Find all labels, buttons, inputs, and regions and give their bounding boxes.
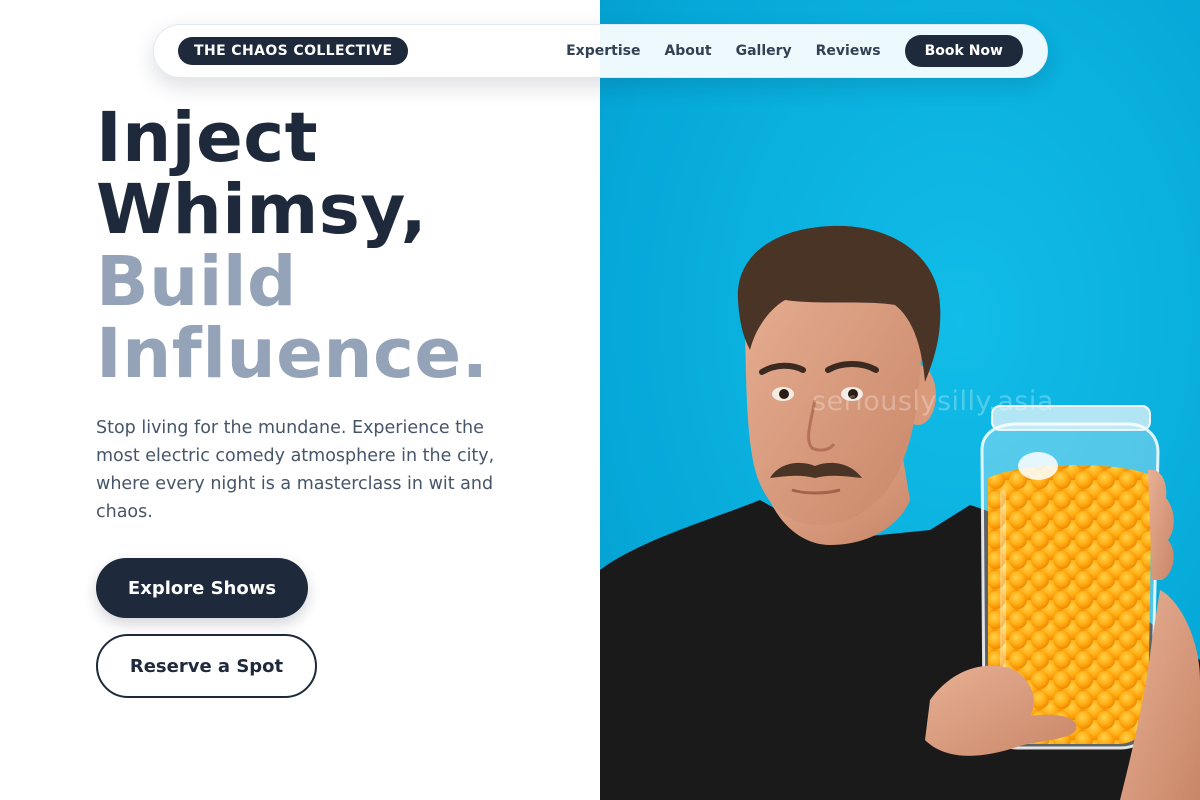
nav-link-about[interactable]: About	[664, 43, 711, 59]
photo-watermark: seriouslysilly.asia	[812, 386, 1054, 417]
explore-shows-button[interactable]: Explore Shows	[96, 558, 308, 618]
headline-line-2: Whimsy,	[96, 170, 428, 250]
nav-link-reviews[interactable]: Reviews	[816, 43, 881, 59]
headline-line-4: Influence.	[96, 314, 489, 394]
brand-logo[interactable]: THE CHAOS COLLECTIVE	[178, 37, 409, 65]
hero-lead-text: Stop living for the mundane. Experience …	[96, 418, 495, 522]
hero-photo: seriouslysilly.asia	[600, 0, 1200, 800]
nav-link-gallery[interactable]: Gallery	[736, 43, 792, 59]
headline-line-3: Build	[96, 242, 297, 322]
top-navbar: THE CHAOS COLLECTIVE Expertise About Gal…	[153, 24, 1048, 78]
nav-link-expertise[interactable]: Expertise	[566, 43, 640, 59]
book-now-button[interactable]: Book Now	[904, 35, 1023, 67]
headline-line-1: Inject	[96, 98, 319, 178]
hero-headline: Inject Whimsy, Build Influence.	[96, 102, 576, 390]
reserve-spot-button[interactable]: Reserve a Spot	[96, 634, 317, 698]
nav-links: Expertise About Gallery Reviews Book Now	[566, 35, 1023, 67]
